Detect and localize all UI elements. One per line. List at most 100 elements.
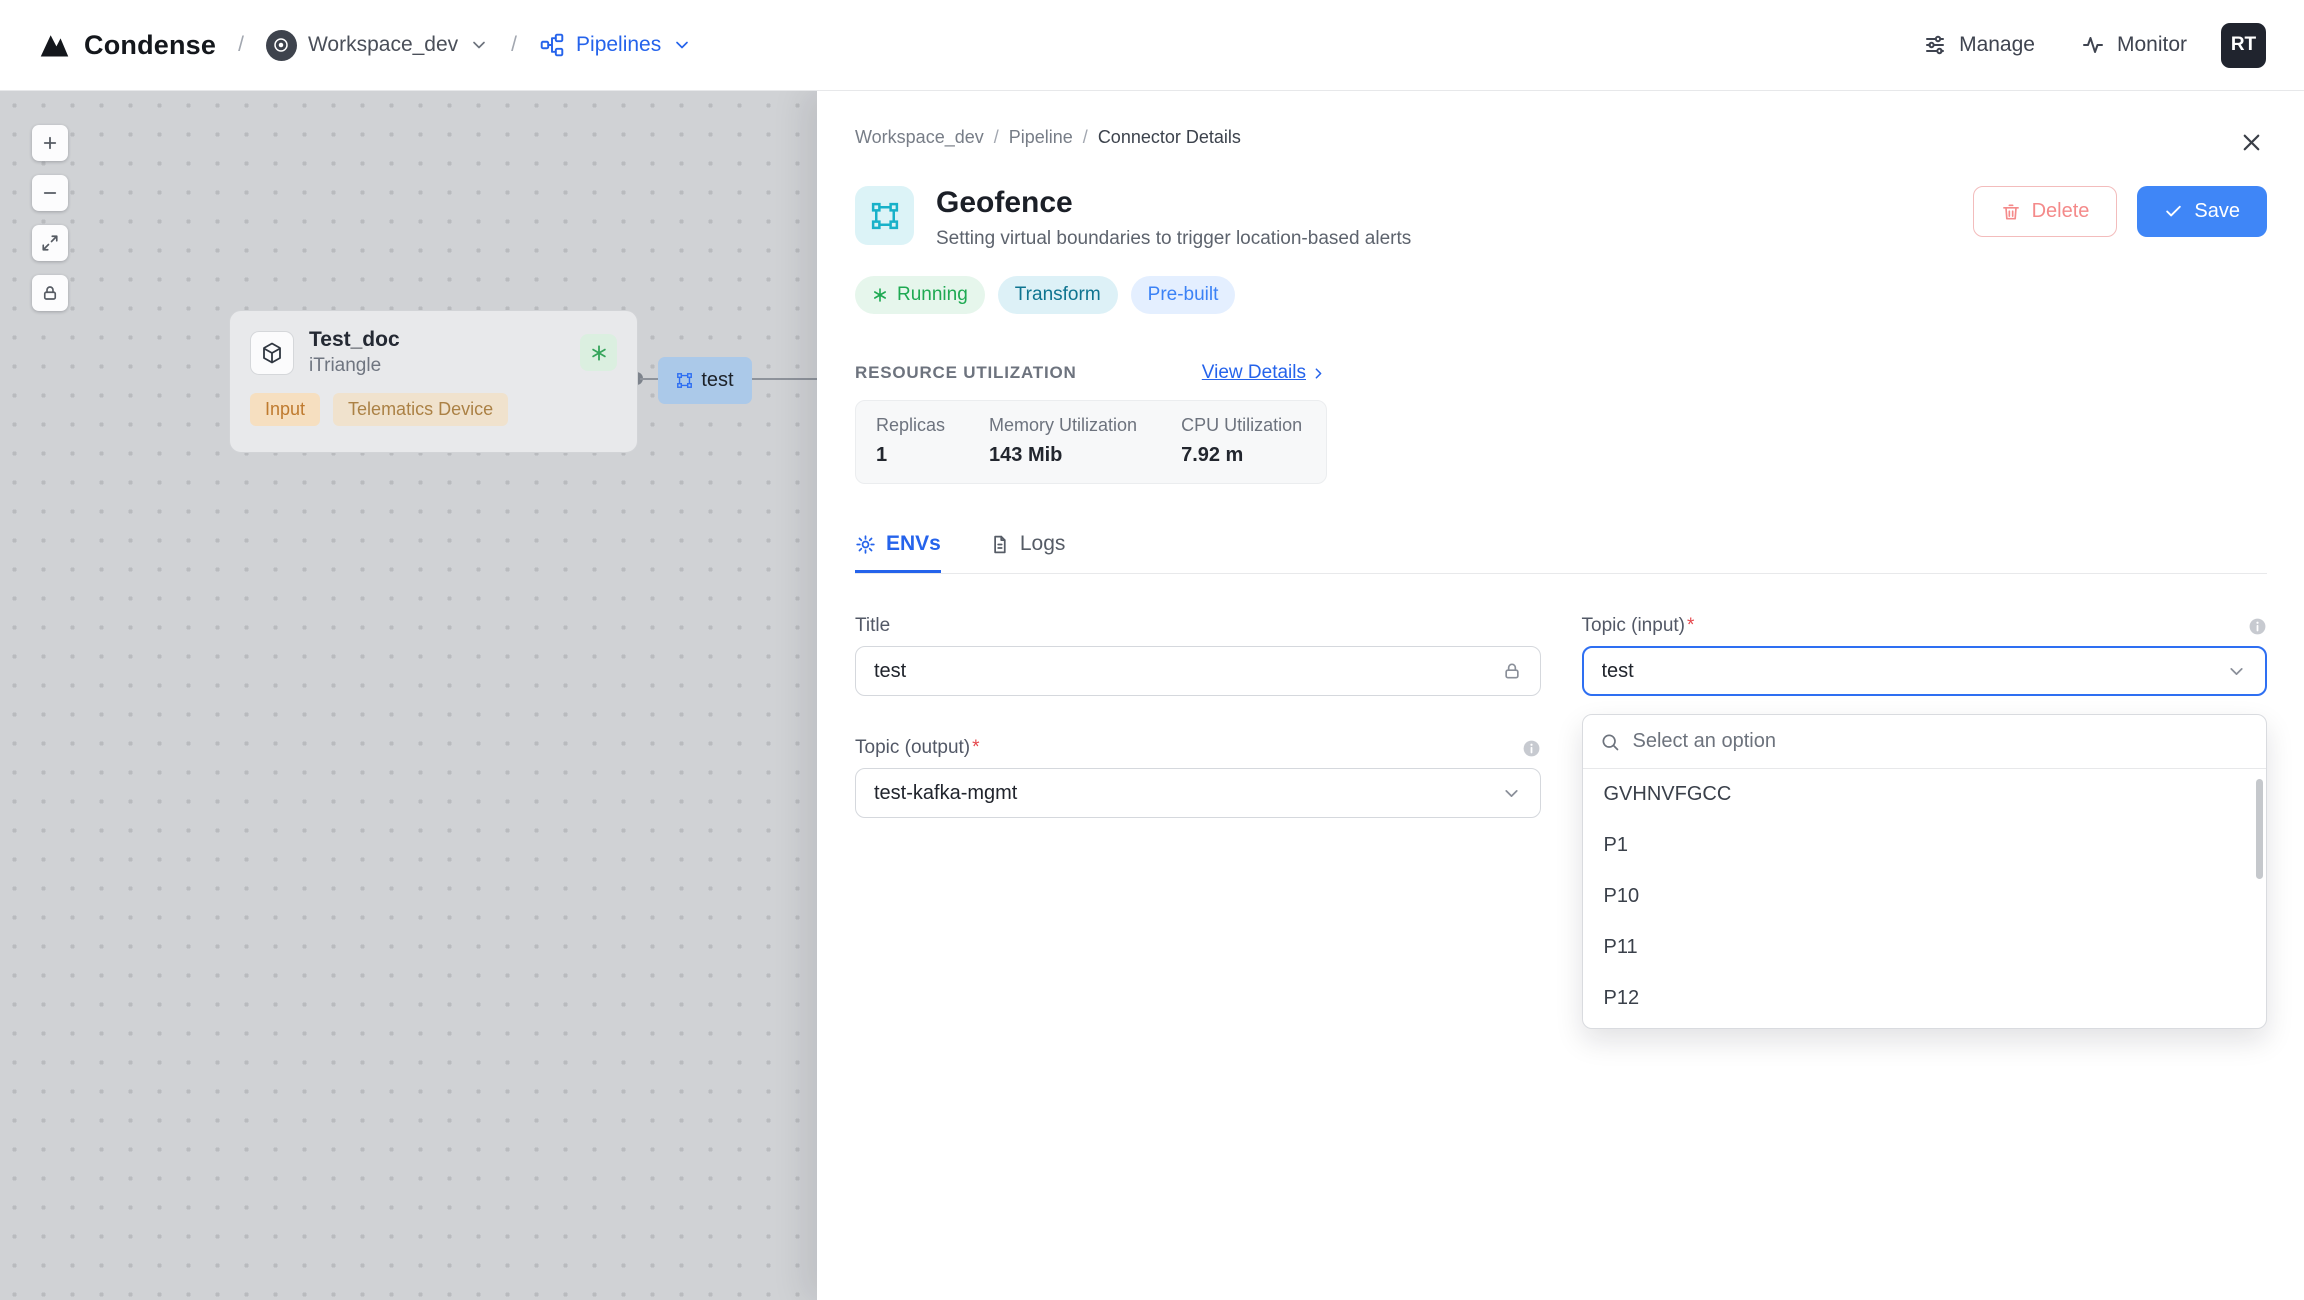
dropdown-scrollbar[interactable] (2256, 779, 2263, 879)
save-button[interactable]: Save (2137, 186, 2267, 237)
zoom-out-button[interactable] (32, 175, 68, 211)
chevron-right-icon (1310, 365, 1327, 382)
metric-memory: Memory Utilization 143 Mib (989, 415, 1138, 466)
close-panel-button[interactable] (2236, 127, 2267, 158)
monitor-label: Monitor (2116, 33, 2187, 56)
tag-telematics-device: Telematics Device (333, 393, 509, 426)
lock-canvas-button[interactable] (32, 275, 68, 311)
check-icon (2164, 202, 2183, 221)
panel-head: Workspace_dev / Pipeline / Connector Det… (855, 127, 2267, 158)
lock-icon (1502, 661, 1522, 681)
user-avatar[interactable]: RT (2221, 22, 2266, 68)
pipeline-canvas[interactable]: Test_doc iTriangle Input Telematics Devi… (0, 91, 817, 1300)
connector-details-panel: Workspace_dev / Pipeline / Connector Det… (817, 91, 2304, 1300)
monitor-pulse-icon (2081, 33, 2105, 57)
topic-input-field: Topic (input)* Sel (1581, 614, 2268, 1029)
view-details-link[interactable]: View Details (1202, 362, 1327, 384)
page-title: Geofence (936, 186, 1073, 219)
resource-utilization-heading: RESOURCE UTILIZATION (855, 363, 1077, 382)
save-label: Save (2194, 200, 2240, 222)
topic-output-label: Topic (output) * (855, 737, 980, 758)
workspace-switcher[interactable]: Workspace_dev (265, 29, 489, 61)
nav-separator: / (511, 33, 518, 56)
header-actions: Delete Save (1972, 186, 2267, 237)
dropdown-search[interactable]: Select an option (1582, 715, 2266, 769)
breadcrumb-item-workspace[interactable]: Workspace_dev (855, 127, 984, 148)
geofence-icon (855, 186, 914, 245)
breadcrumb-separator: / (1082, 127, 1088, 147)
breadcrumb: Workspace_dev / Pipeline / Connector Det… (855, 127, 1241, 148)
tab-logs[interactable]: Logs (989, 532, 1065, 573)
detail-tabs: ENVs Logs (855, 532, 2267, 574)
brand[interactable]: Condense (38, 29, 216, 62)
header-texts: Geofence Setting virtual boundaries to t… (936, 186, 1411, 250)
spinner-icon (872, 287, 888, 303)
dropdown-option[interactable]: P11 (1583, 922, 2267, 973)
resource-utilization-card: Replicas 1 Memory Utilization 143 Mib CP… (855, 400, 1327, 484)
delete-button[interactable]: Delete (1972, 186, 2118, 237)
topic-input-label: Topic (input) * (1581, 615, 1695, 636)
title-input[interactable] (874, 659, 1490, 683)
chevron-down-icon[interactable] (1501, 783, 1522, 804)
pipelines-icon (539, 32, 565, 58)
breadcrumb-separator: / (993, 127, 999, 147)
dropdown-option[interactable]: P10 (1583, 871, 2267, 922)
monitor-button[interactable]: Monitor (2081, 33, 2187, 57)
title-input-wrap (855, 646, 1541, 696)
dropdown-option[interactable]: P12 (1583, 973, 2267, 1024)
page-subtitle: Setting virtual boundaries to trigger lo… (936, 228, 1412, 249)
topic-input-value[interactable] (1601, 659, 2214, 683)
zoom-in-button[interactable] (32, 125, 68, 161)
breadcrumb-item-current: Connector Details (1097, 127, 1241, 147)
info-icon[interactable] (2248, 617, 2267, 636)
tab-envs-label: ENVs (886, 532, 941, 555)
topic-input-label-row: Topic (input) * (1582, 614, 2268, 638)
node-texts: Test_doc iTriangle (309, 328, 565, 377)
required-asterisk: * (1687, 615, 1695, 636)
pipelines-switcher[interactable]: Pipelines (539, 32, 692, 58)
chevron-down-icon (672, 35, 692, 55)
badge-transform: Transform (997, 276, 1118, 314)
chevron-down-icon[interactable] (2226, 661, 2247, 682)
node-test-chip[interactable]: test (658, 357, 752, 404)
topic-output-value: test-kafka-mgmt (874, 781, 1018, 804)
title-label: Title (855, 615, 891, 636)
tab-envs[interactable]: ENVs (855, 532, 941, 573)
info-icon[interactable] (1522, 739, 1541, 758)
chip-label: test (701, 369, 734, 391)
required-asterisk: * (972, 737, 980, 758)
top-navbar: Condense / Workspace_dev / Pipelines Man… (0, 0, 2304, 91)
breadcrumb-item-pipeline[interactable]: Pipeline (1009, 127, 1073, 148)
device-cube-icon (250, 330, 294, 375)
env-form: Title Topic (input)* (855, 614, 2268, 1029)
chevron-down-icon (469, 35, 489, 55)
node-title: Test_doc (309, 328, 400, 351)
node-subtitle: iTriangle (309, 355, 382, 376)
topic-output-select[interactable]: test-kafka-mgmt (855, 768, 1541, 818)
topic-dropdown: Select an option GVHNVFGCC P1 P10 P11 P1… (1581, 714, 2267, 1029)
fit-view-button[interactable] (32, 225, 68, 261)
status-badge-running: Running (855, 276, 985, 314)
manage-sliders-icon (1923, 33, 1947, 57)
topic-output-label-row: Topic (output) * (855, 736, 1541, 760)
topic-input-select[interactable] (1581, 646, 2267, 696)
dropdown-option[interactable]: P1 (1583, 820, 2267, 871)
metric-cpu: CPU Utilization 7.92 m (1181, 415, 1303, 466)
canvas-toolbar (32, 125, 68, 311)
dropdown-options: GVHNVFGCC P1 P10 P11 P12 (1583, 769, 2267, 1024)
tag-input: Input (250, 393, 321, 426)
node-header: Test_doc iTriangle (250, 328, 617, 377)
brand-name: Condense (84, 29, 217, 60)
search-icon (1600, 732, 1620, 752)
manage-button[interactable]: Manage (1923, 33, 2035, 57)
workspace-icon (265, 29, 297, 61)
dropdown-option[interactable]: GVHNVFGCC (1583, 769, 2267, 820)
node-running-icon (580, 334, 617, 371)
workspace-name: Workspace_dev (307, 33, 459, 56)
running-label: Running (897, 284, 968, 305)
connector-header: Geofence Setting virtual boundaries to t… (855, 186, 2267, 250)
gear-icon (855, 534, 876, 555)
node-tags: Input Telematics Device (250, 393, 617, 426)
node-test-doc[interactable]: Test_doc iTriangle Input Telematics Devi… (229, 310, 638, 453)
document-icon (989, 534, 1010, 555)
